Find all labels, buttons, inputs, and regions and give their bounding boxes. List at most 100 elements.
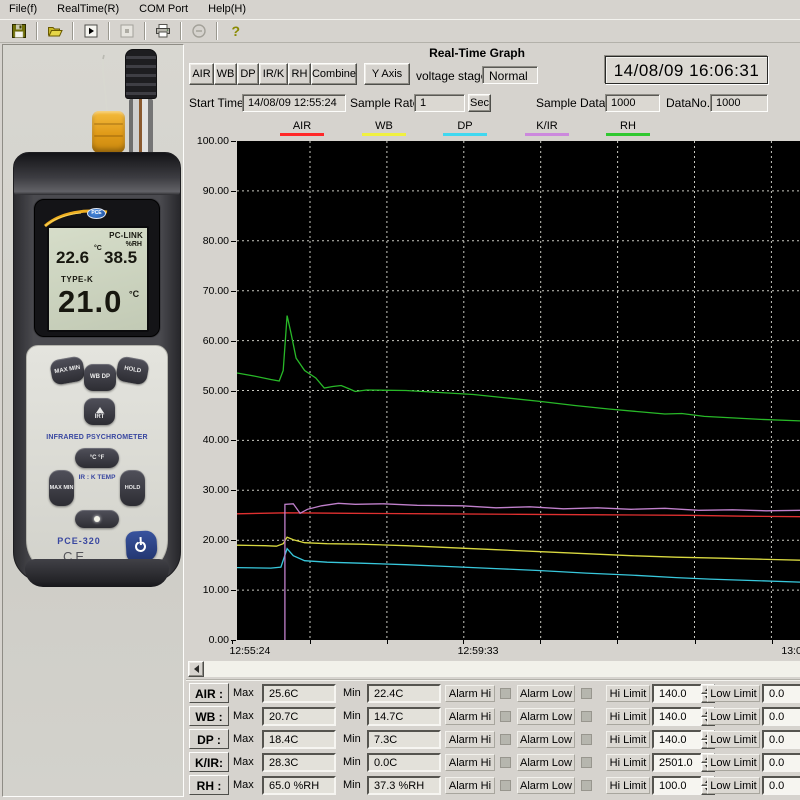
thermocouple-plug (92, 111, 125, 153)
row-label-kir[interactable]: K/IR: (189, 752, 229, 772)
legend-wb-color (362, 133, 406, 136)
kir-min-value: 0.0C (367, 753, 441, 772)
air-max-value: 25.6C (262, 684, 336, 703)
lcd-humidity-unit: %RH (126, 241, 142, 248)
lcd-probe-type: TYPE-K (61, 275, 93, 284)
channel-stats-table: AIR : Max 25.6C Min 22.4C Alarm Hi Alarm… (186, 679, 800, 800)
sample-data-field[interactable]: 1000 (605, 94, 660, 112)
y-axis-label: 30.00 (186, 484, 229, 496)
stop-button[interactable] (113, 20, 141, 42)
print-button[interactable] (149, 20, 177, 42)
humidity-probe-head (125, 49, 157, 99)
lcd-pc-link-status: PC-LINK (109, 231, 143, 240)
scrollbar-left-arrow[interactable] (188, 661, 204, 677)
x-axis-tick (540, 640, 541, 644)
dp-max-value: 18.4C (262, 730, 336, 749)
alarm-low-indicator (581, 780, 592, 791)
toolbar-separator (216, 22, 218, 40)
toolbar-separator (36, 22, 38, 40)
y-axis-tick (231, 590, 236, 591)
y-axis-tick (231, 291, 236, 292)
min-label: Min (343, 779, 361, 791)
alarm-low-label: Alarm Low (517, 685, 575, 702)
table-row-rh: RH : Max 65.0 %RH Min 37.3 %RH Alarm Hi … (186, 775, 800, 796)
disconnect-button[interactable] (185, 20, 213, 42)
max-label: Max (233, 733, 254, 745)
start-button[interactable] (77, 20, 105, 42)
kir-hi-limit-input[interactable]: 2501.0 (652, 753, 702, 772)
device-power-button (125, 530, 158, 563)
x-axis-tick (617, 640, 618, 644)
device-maxmin2-button: MAX MIN (49, 470, 74, 506)
air-hi-limit-input[interactable]: 140.0 (652, 684, 702, 703)
left-arrow-icon (190, 665, 199, 673)
question-mark-icon: ? (227, 23, 243, 39)
y-axis-button[interactable]: Y Axis (364, 63, 410, 85)
dp-low-limit-input[interactable]: 0.0 (762, 730, 800, 749)
channel-button-rh[interactable]: RH (288, 63, 311, 85)
lcd-main-unit: °C (129, 289, 139, 299)
pce-logo: PCE (87, 208, 106, 219)
open-button[interactable] (41, 20, 69, 42)
lcd-temp-unit: °C (94, 245, 102, 252)
y-axis-label: 0.00 (186, 634, 229, 646)
menu-file[interactable]: File(f) (9, 0, 37, 19)
circle-minus-icon (191, 23, 207, 39)
save-button[interactable] (5, 20, 33, 42)
air-low-limit-input[interactable]: 0.0 (762, 684, 800, 703)
x-axis-label: 12:59:33 (458, 645, 499, 657)
y-axis-tick (231, 241, 236, 242)
legend-rh-color (606, 133, 650, 136)
start-time-field[interactable]: 14/08/09 12:55:24 (242, 94, 346, 112)
channel-button-combine[interactable]: Combine (311, 63, 357, 85)
graph-panel: Real-Time Graph AIR WB DP IR/K RH Combin… (186, 43, 800, 800)
max-label: Max (233, 710, 254, 722)
device-product-label: INFRARED PSYCHROMETER (27, 434, 167, 441)
rh-low-limit-input[interactable]: 0.0 (762, 776, 800, 795)
sample-rate-field[interactable]: 1 (414, 94, 465, 112)
y-axis: 100.0090.0080.0070.0060.0050.0040.0030.0… (186, 141, 236, 646)
help-button[interactable]: ? (221, 20, 249, 42)
channel-button-irk[interactable]: IR/K (259, 63, 288, 85)
menu-realtime[interactable]: RealTime(R) (57, 0, 119, 19)
menu-com-port[interactable]: COM Port (139, 0, 188, 19)
max-label: Max (233, 779, 254, 791)
y-axis-label: 70.00 (186, 285, 229, 297)
menu-help[interactable]: Help(H) (208, 0, 246, 19)
channel-button-dp[interactable]: DP (237, 63, 259, 85)
channel-button-wb[interactable]: WB (214, 63, 237, 85)
table-row-kir: K/IR: Max 28.3C Min 0.0C Alarm Hi Alarm … (186, 752, 800, 773)
kir-low-limit-input[interactable]: 0.0 (762, 753, 800, 772)
air-min-value: 22.4C (367, 684, 441, 703)
wb-hi-limit-input[interactable]: 140.0 (652, 707, 702, 726)
lcd-screen: PC-LINK 22.6 °C 38.5 %RH TYPE-K 21.0 °C (47, 226, 149, 332)
low-limit-label: Low Limit (707, 731, 760, 748)
min-label: Min (343, 710, 361, 722)
rh-hi-limit-input[interactable]: 100.0 (652, 776, 702, 795)
wb-low-limit-input[interactable]: 0.0 (762, 707, 800, 726)
data-no-field[interactable]: 1000 (710, 94, 768, 112)
channel-button-air[interactable]: AIR (189, 63, 214, 85)
horizontal-scrollbar[interactable] (188, 661, 800, 677)
device-hold-button: HOLD (115, 355, 150, 385)
x-axis-tick (232, 640, 233, 644)
row-label-wb[interactable]: WB : (189, 706, 229, 726)
y-axis-label: 60.00 (186, 335, 229, 347)
sec-button[interactable]: Sec (468, 94, 491, 112)
row-label-air[interactable]: AIR : (189, 683, 229, 703)
hi-limit-label: Hi Limit (606, 685, 650, 702)
voltage-stage-label: voltage stage (416, 69, 487, 83)
alarm-low-indicator (581, 734, 592, 745)
alarm-hi-indicator (500, 688, 511, 699)
legend-kir-label: K/IR (536, 120, 557, 132)
toolbar-separator (108, 22, 110, 40)
device-backlight-button (75, 510, 119, 528)
alarm-hi-label: Alarm Hi (445, 708, 495, 725)
device-unit-button: °C °F (75, 448, 119, 468)
row-label-dp[interactable]: DP : (189, 729, 229, 749)
device-photo-panel: PCE PC-LINK 22.6 °C 38.5 %RH TYPE-K 21.0… (2, 44, 184, 797)
dp-hi-limit-input[interactable]: 140.0 (652, 730, 702, 749)
legend-wb-label: WB (375, 120, 393, 132)
x-axis-tick (310, 640, 311, 644)
row-label-rh[interactable]: RH : (189, 775, 229, 795)
